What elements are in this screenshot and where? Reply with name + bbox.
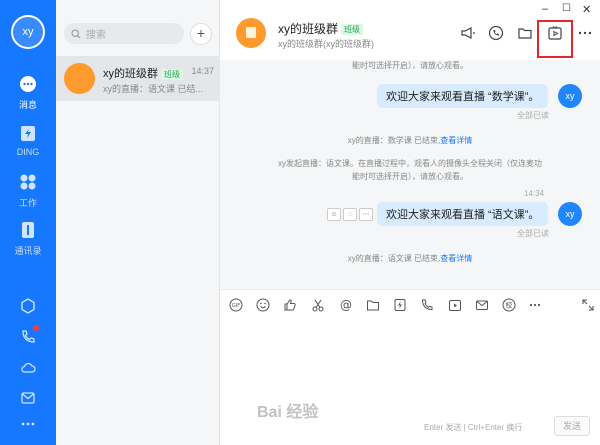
system-message: xy的直播：语文课 已结束,查看详情 — [347, 254, 473, 263]
nav-item-ding[interactable]: DING — [0, 123, 56, 157]
nav-phone[interactable] — [0, 325, 56, 346]
search-input[interactable]: 搜索 — [64, 23, 184, 44]
mention-icon[interactable]: @ — [339, 298, 353, 312]
emoji-reaction-icon[interactable]: ☺ — [327, 208, 341, 221]
conversation-name: xy的班级群 班级 — [103, 65, 183, 81]
left-nav: xy 消息 DING 工作 通讯录 — [0, 0, 56, 445]
file-icon[interactable] — [366, 298, 380, 312]
conversation-item[interactable]: xy的班级群 班级 14:37 xy的直播：语文课 已结... — [56, 56, 220, 101]
close-button[interactable]: ✕ — [582, 3, 591, 16]
gif-icon[interactable]: GIF — [229, 298, 243, 312]
search-icon — [71, 28, 81, 38]
search-placeholder: 搜索 — [86, 30, 106, 41]
user-avatar[interactable]: xy — [11, 15, 45, 49]
chat-group-avatar[interactable] — [236, 18, 266, 48]
more-tools-icon[interactable] — [528, 298, 542, 312]
class-badge: 班级 — [161, 68, 183, 80]
chat-subtitle: xy的班级群(xy的班级群) — [278, 39, 374, 49]
svg-text:校: 校 — [506, 301, 513, 310]
ding-icon — [21, 126, 35, 141]
live-icon[interactable] — [448, 298, 462, 312]
nav-item-messages[interactable]: 消息 — [0, 74, 56, 111]
announcement-icon[interactable] — [460, 25, 476, 41]
svg-text:@: @ — [340, 298, 352, 312]
chat-class-badge: 班级 — [341, 24, 364, 36]
nav-label-contacts: 通讯录 — [14, 246, 42, 256]
message-bubble[interactable]: 欢迎大家来观看直播 “语文课”。 — [377, 202, 549, 226]
contacts-icon — [22, 222, 34, 238]
nav-mail[interactable] — [0, 389, 56, 407]
svg-text:GIF: GIF — [232, 303, 240, 309]
chat-title: xy的班级群 班级 — [278, 20, 364, 37]
phone-call-icon[interactable] — [488, 25, 504, 41]
view-details-link[interactable]: 查看详情 — [440, 254, 472, 263]
mail-icon — [21, 392, 35, 404]
minimize-button[interactable]: – — [542, 3, 548, 15]
chat-bubble-icon — [20, 76, 36, 92]
nav-label-work: 工作 — [18, 198, 37, 208]
thumbs-up-icon[interactable] — [283, 298, 297, 312]
voice-call-icon[interactable] — [420, 298, 434, 312]
live-stream-highlight-box — [537, 20, 573, 58]
reply-icon[interactable]: ◌ — [343, 208, 357, 221]
maximize-button[interactable]: ☐ — [562, 3, 571, 14]
more-icon — [21, 422, 35, 426]
send-button[interactable]: 发送 — [554, 416, 590, 436]
message-bubble[interactable]: 欢迎大家来观看直播 “数学课”。 — [377, 84, 549, 108]
nav-label-ding: DING — [16, 147, 40, 157]
conversation-time: 14:37 — [191, 66, 214, 76]
system-message: xy发起直播：语文课。在直播过程中，观看人的摄像头全程关闭（仅连麦功 能时可选择开… — [278, 159, 542, 181]
nav-item-contacts[interactable]: 通讯录 — [0, 220, 56, 257]
watermark: Bai 经验 — [257, 404, 319, 421]
emoji-icon[interactable] — [256, 298, 270, 312]
nav-hexagon[interactable] — [0, 297, 56, 315]
message-avatar[interactable]: xy — [558, 84, 582, 108]
message-actions: ☺ ◌ ⋯ — [327, 208, 373, 221]
school-icon[interactable]: 校 — [502, 298, 516, 312]
add-button[interactable]: + — [190, 23, 212, 45]
scissors-icon[interactable] — [311, 298, 325, 312]
read-status[interactable]: 全部已读 — [517, 110, 549, 121]
message-avatar[interactable]: xy — [558, 202, 582, 226]
expand-icon[interactable] — [581, 298, 595, 312]
group-avatar — [64, 63, 95, 94]
view-details-link[interactable]: 查看详情 — [440, 136, 472, 145]
notification-dot — [33, 325, 39, 331]
chat-header: xy的班级群 班级 xy的班级群(xy的班级群) – ☐ ✕ — [220, 0, 600, 60]
chat-panel: xy的班级群 班级 xy的班级群(xy的班级群) – ☐ ✕ 能时可选择开启），请… — [220, 0, 600, 445]
apps-grid-icon — [20, 174, 36, 190]
more-actions-icon[interactable]: ⋯ — [359, 208, 373, 221]
nav-more[interactable] — [0, 418, 56, 430]
ding-message-icon[interactable] — [393, 298, 407, 312]
conversation-preview: xy的直播：语文课 已结... — [103, 84, 204, 94]
nav-cloud[interactable] — [0, 359, 56, 377]
nav-label-messages: 消息 — [18, 100, 37, 110]
system-message: xy的直播：数学课 已结束,查看详情 — [347, 136, 473, 145]
send-hint: Enter 发送 | Ctrl+Enter 换行 — [424, 423, 523, 432]
hexagon-icon — [21, 298, 35, 314]
conversation-list: 搜索 + xy的班级群 班级 14:37 xy的直播：语文课 已结... — [56, 0, 220, 445]
nav-item-work[interactable]: 工作 — [0, 172, 56, 209]
email-icon[interactable] — [475, 298, 489, 312]
system-message: 能时可选择开启），请放心观看。 — [352, 61, 468, 70]
message-time: 14:34 — [524, 189, 545, 198]
cloud-icon — [21, 362, 36, 373]
more-options-icon[interactable] — [577, 25, 593, 41]
folder-icon[interactable] — [517, 25, 533, 41]
read-status[interactable]: 全部已读 — [517, 228, 549, 239]
